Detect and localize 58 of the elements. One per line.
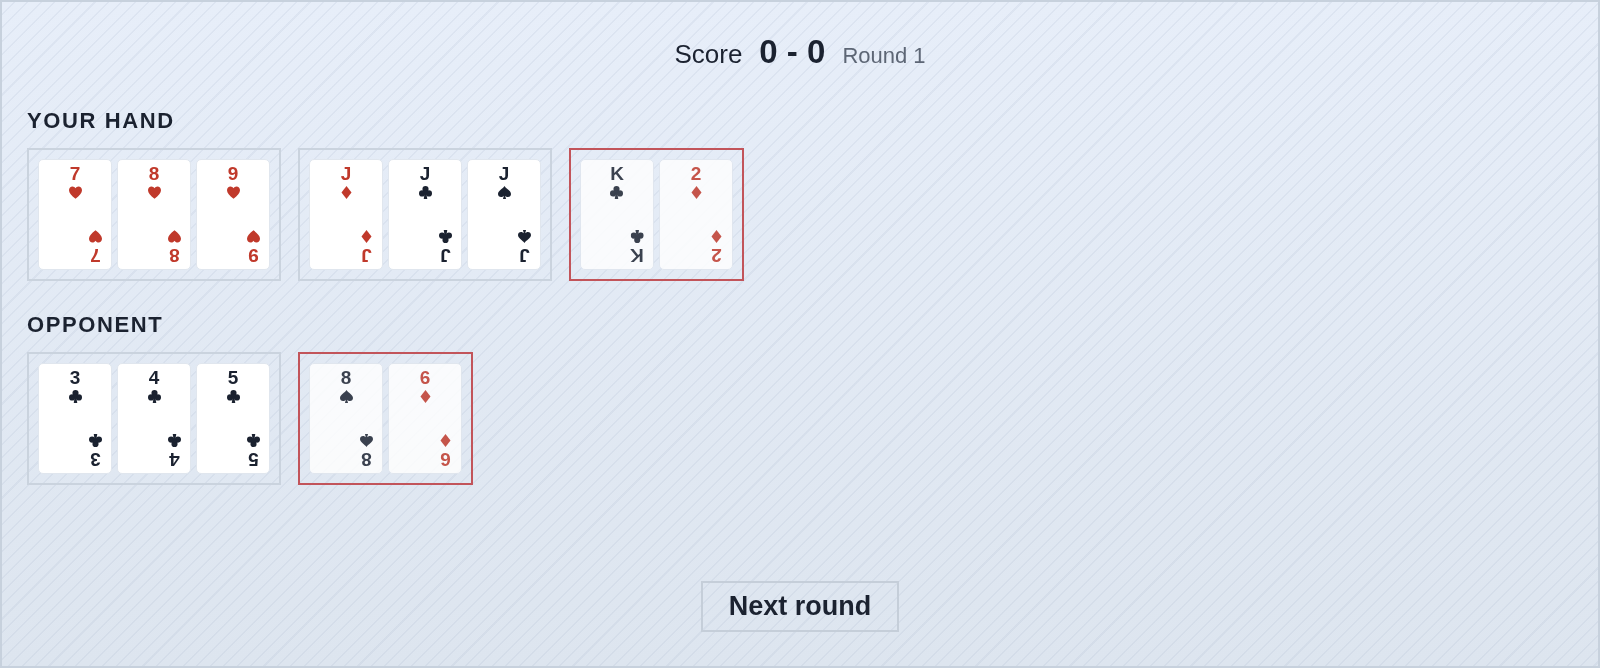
card-rank-inverted: 9 bbox=[248, 245, 259, 265]
card-rank: 6 bbox=[419, 368, 431, 388]
card-rank-inverted: J bbox=[440, 245, 451, 265]
card-rank: J bbox=[419, 164, 431, 184]
card-rank: 8 bbox=[340, 368, 352, 388]
spade-icon bbox=[518, 230, 531, 243]
club-icon bbox=[89, 434, 102, 447]
club-icon bbox=[630, 230, 644, 243]
card-rank-inverted: J bbox=[361, 245, 372, 265]
round-label: Round 1 bbox=[842, 42, 926, 70]
diamond-icon bbox=[689, 186, 703, 199]
hand-title: OPPONENT bbox=[27, 311, 164, 339]
card-rank-inverted: 7 bbox=[90, 245, 101, 265]
diamond-icon bbox=[439, 434, 452, 447]
card-rank: 4 bbox=[148, 368, 160, 388]
club-icon bbox=[418, 186, 432, 199]
card-rank: 8 bbox=[148, 164, 160, 184]
heart-icon bbox=[168, 230, 181, 243]
spade-icon bbox=[497, 186, 511, 199]
score-label: Score bbox=[674, 38, 743, 71]
club-icon bbox=[610, 186, 624, 199]
spade-icon bbox=[360, 434, 373, 447]
card-rank-inverted: 6 bbox=[440, 449, 451, 469]
card-rank-inverted: 8 bbox=[361, 449, 372, 469]
card-rank-inverted: 2 bbox=[711, 245, 722, 265]
spade-icon bbox=[339, 390, 353, 403]
diamond-icon bbox=[418, 390, 432, 403]
club-icon bbox=[68, 390, 82, 403]
next-round-button[interactable]: Next round bbox=[701, 581, 899, 632]
card-rank-inverted: 8 bbox=[169, 245, 180, 265]
card-rank: 7 bbox=[69, 164, 81, 184]
card-rank-inverted: 4 bbox=[169, 449, 180, 469]
diamond-icon bbox=[710, 230, 723, 243]
heart-icon bbox=[89, 230, 102, 243]
card-rank-inverted: K bbox=[630, 245, 644, 265]
heart-icon bbox=[226, 186, 240, 199]
card-rank-inverted: J bbox=[519, 245, 530, 265]
club-icon bbox=[147, 390, 161, 403]
card-rank: K bbox=[610, 164, 624, 184]
card-rank: 9 bbox=[227, 164, 239, 184]
club-icon bbox=[439, 230, 452, 243]
card-rank: 3 bbox=[69, 368, 81, 388]
card-rank: J bbox=[498, 164, 510, 184]
card-rank-inverted: 3 bbox=[90, 449, 101, 469]
heart-icon bbox=[147, 186, 161, 199]
club-icon bbox=[226, 390, 240, 403]
card-rank: 2 bbox=[690, 164, 702, 184]
diamond-icon bbox=[339, 186, 353, 199]
heart-icon bbox=[68, 186, 82, 199]
card-rank: J bbox=[340, 164, 352, 184]
card-rank-inverted: 5 bbox=[248, 449, 259, 469]
hand-title: YOUR HAND bbox=[27, 107, 175, 135]
club-icon bbox=[168, 434, 181, 447]
diamond-icon bbox=[360, 230, 373, 243]
card-rank: 5 bbox=[227, 368, 239, 388]
score-value: 0 - 0 bbox=[759, 34, 826, 70]
club-icon bbox=[247, 434, 260, 447]
heart-icon bbox=[247, 230, 260, 243]
